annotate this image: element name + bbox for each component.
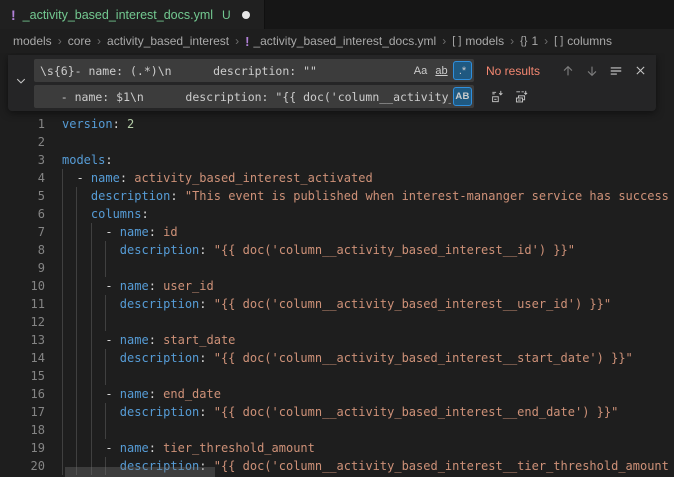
close-find-button[interactable]: [630, 61, 650, 81]
breadcrumb-item[interactable]: core: [68, 34, 91, 48]
regex-button[interactable]: .*: [453, 61, 472, 80]
breadcrumb-item[interactable]: activity_based_interest: [107, 34, 229, 48]
breadcrumb-separator-icon: ›: [510, 34, 514, 48]
breadcrumb-label: models: [465, 34, 504, 48]
code-line: models:: [62, 151, 113, 169]
preserve-case-button[interactable]: AB: [453, 87, 472, 106]
code-line: - name: start_date: [62, 331, 235, 349]
line-number: 17: [0, 403, 45, 421]
tab-filename: _activity_based_interest_docs.yml: [23, 8, 213, 22]
code-line: - name: id: [62, 223, 178, 241]
replace-query-text: - name: $1\n description: "{{ doc('colum…: [40, 90, 451, 104]
line-number: 3: [0, 151, 45, 169]
code-line: description: "{{ doc('column__activity_b…: [62, 241, 575, 259]
git-status-badge: U: [222, 8, 231, 22]
line-number: 2: [0, 133, 45, 151]
line-number: 12: [0, 313, 45, 331]
line-number: 10: [0, 277, 45, 295]
find-status: No results: [486, 64, 540, 78]
close-icon: [634, 64, 647, 77]
line-number: 1: [0, 115, 45, 133]
line-number: 4: [0, 169, 45, 187]
code-line: - name: activity_based_interest_activate…: [62, 169, 373, 187]
code-line: description: "{{ doc('column__activity_b…: [62, 295, 611, 313]
breadcrumb-label: core: [68, 34, 91, 48]
breadcrumb-separator-icon: ›: [97, 34, 101, 48]
breadcrumb-label: columns: [567, 34, 612, 48]
breadcrumb-label: activity_based_interest: [107, 34, 229, 48]
line-number: 5: [0, 187, 45, 205]
vscode-window: ! _activity_based_interest_docs.yml U mo…: [0, 0, 674, 477]
breadcrumb-label: _activity_based_interest_docs.yml: [253, 34, 436, 48]
code-editor[interactable]: 1234567891011121314151617181920 version:…: [0, 53, 674, 477]
breadcrumb-label: models: [13, 34, 52, 48]
breadcrumb-separator-icon: ›: [544, 34, 548, 48]
breadcrumb-separator-icon: ›: [58, 34, 62, 48]
code-line: description: "{{ doc('column__activity_b…: [62, 403, 618, 421]
symbol-object-icon: {}: [520, 35, 527, 47]
arrow-down-icon: [585, 64, 599, 78]
code-line: description: "{{ doc('column__activity_b…: [62, 349, 633, 367]
selection-icon: [609, 64, 623, 78]
replace-all-icon: [514, 89, 529, 104]
toggle-replace-button[interactable]: [8, 55, 34, 111]
line-number: 11: [0, 295, 45, 313]
line-number: 20: [0, 457, 45, 475]
editor-tab[interactable]: ! _activity_based_interest_docs.yml U: [0, 0, 265, 29]
line-number: 18: [0, 421, 45, 439]
yaml-file-icon: !: [245, 34, 249, 49]
code-line: - name: tier_threshold_amount: [62, 439, 315, 457]
find-row: \s{6}- name: (.*)\n description: "" Aa a…: [34, 59, 650, 82]
previous-match-button[interactable]: [558, 61, 578, 81]
breadcrumb-item[interactable]: models: [13, 34, 52, 48]
horizontal-scrollbar[interactable]: [65, 467, 215, 477]
whole-word-button[interactable]: ab: [432, 61, 451, 80]
find-input[interactable]: \s{6}- name: (.*)\n description: "" Aa a…: [34, 59, 474, 82]
replace-button[interactable]: [487, 87, 507, 107]
find-replace-widget: \s{6}- name: (.*)\n description: "" Aa a…: [8, 55, 656, 111]
line-number: 19: [0, 439, 45, 457]
modified-dot-icon[interactable]: [242, 11, 250, 19]
code-line: - name: end_date: [62, 385, 221, 403]
code-line: version: 2: [62, 115, 134, 133]
line-number: 14: [0, 349, 45, 367]
breadcrumb-label: 1: [531, 34, 538, 48]
breadcrumb-separator-icon: ›: [235, 34, 239, 48]
breadcrumb-item[interactable]: {} 1: [520, 34, 538, 48]
line-number: 7: [0, 223, 45, 241]
arrow-up-icon: [561, 64, 575, 78]
replace-icon: [490, 89, 505, 104]
line-number: 6: [0, 205, 45, 223]
match-case-button[interactable]: Aa: [411, 61, 430, 80]
breadcrumb-separator-icon: ›: [442, 34, 446, 48]
code-line: columns:: [62, 205, 149, 223]
breadcrumb: models › core › activity_based_interest ›! _ac…: [0, 29, 674, 53]
tab-bar: ! _activity_based_interest_docs.yml U: [0, 0, 674, 29]
replace-row: - name: $1\n description: "{{ doc('colum…: [34, 85, 650, 108]
symbol-array-icon: [ ]: [554, 35, 563, 47]
next-match-button[interactable]: [582, 61, 602, 81]
yaml-file-icon: !: [11, 7, 16, 23]
breadcrumb-item[interactable]: ! _activity_based_interest_docs.yml: [245, 34, 436, 49]
breadcrumb-item[interactable]: [ ] columns: [554, 34, 612, 48]
line-number: 13: [0, 331, 45, 349]
code-line: - name: user_id: [62, 277, 214, 295]
code-line: description: "This event is published wh…: [62, 187, 669, 205]
replace-input[interactable]: - name: $1\n description: "{{ doc('colum…: [34, 85, 474, 108]
find-in-selection-button[interactable]: [606, 61, 626, 81]
symbol-array-icon: [ ]: [452, 35, 461, 47]
line-number: 16: [0, 385, 45, 403]
line-number: 9: [0, 259, 45, 277]
chevron-down-icon: [15, 74, 27, 92]
breadcrumb-item[interactable]: [ ] models: [452, 34, 504, 48]
line-number: 8: [0, 241, 45, 259]
replace-all-button[interactable]: [511, 87, 531, 107]
find-query-text: \s{6}- name: (.*)\n description: "": [40, 64, 409, 78]
line-number: 15: [0, 367, 45, 385]
